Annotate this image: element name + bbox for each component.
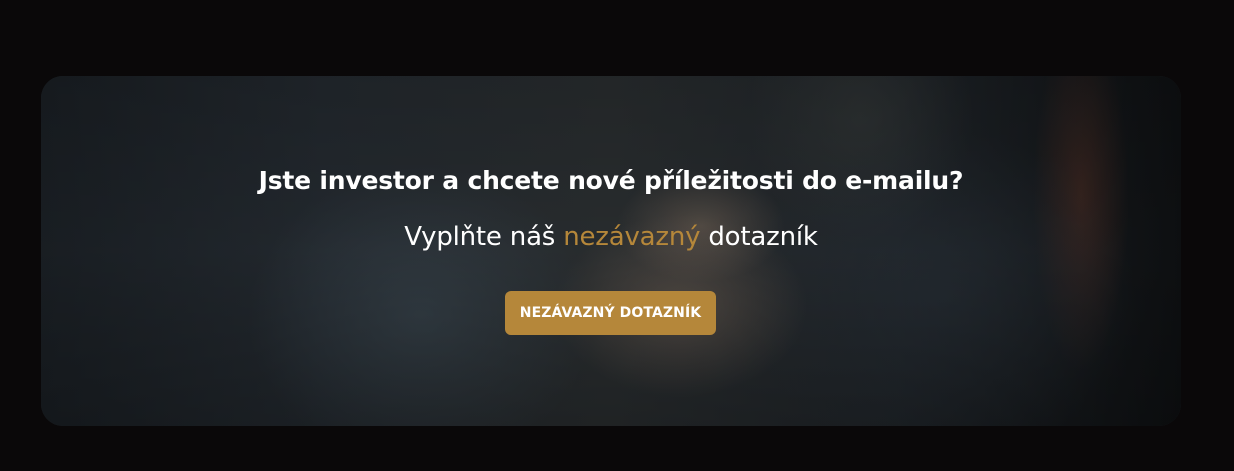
banner-subline: Vyplňte náš nezávazný dotazník <box>41 222 1181 252</box>
subline-highlight: nezávazný <box>563 222 701 252</box>
subline-text-before: Vyplňte náš <box>404 222 564 252</box>
subline-text-after: dotazník <box>700 222 818 252</box>
questionnaire-button[interactable]: NEZÁVAZNÝ DOTAZNÍK <box>505 291 716 335</box>
banner-content: Jste investor a chcete nové příležitosti… <box>41 76 1181 426</box>
page: Jste investor a chcete nové příležitosti… <box>0 0 1234 471</box>
banner-headline: Jste investor a chcete nové příležitosti… <box>258 166 964 195</box>
investor-newsletter-banner: Jste investor a chcete nové příležitosti… <box>41 76 1181 426</box>
